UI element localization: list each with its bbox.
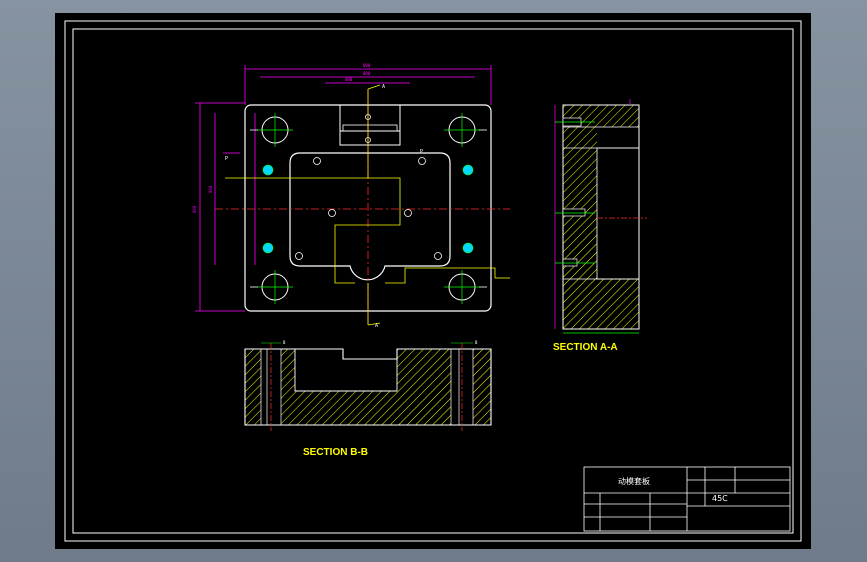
section-marker-b-right: B (475, 340, 478, 345)
title-block (583, 466, 791, 532)
svg-text:000: 000 (363, 71, 371, 76)
section-marker-a-top: A (382, 84, 385, 90)
section-line-a (225, 89, 369, 179)
svg-text:000: 000 (192, 205, 197, 213)
material-value: 45C (712, 494, 728, 503)
section-b-label: SECTION B-B (303, 447, 368, 458)
guide-pin-holes (261, 116, 476, 301)
section-a-view: SECTION A-A (553, 99, 647, 353)
svg-text:000: 000 (363, 63, 371, 68)
svg-text:000: 000 (345, 77, 353, 82)
section-marker-b-left: B (283, 340, 286, 345)
section-b-view: B B SECTION B-B (244, 340, 492, 458)
svg-text:000: 000 (208, 185, 213, 193)
inner-cavity (289, 152, 451, 281)
plan-centerlines (215, 91, 510, 323)
hole-label: P (420, 149, 423, 155)
cad-drawing: 000 000 000 000 000 A A P P SECTION A-A B … (64, 20, 802, 542)
hole-label-left: P (225, 156, 228, 162)
drawing-sheet: 000 000 000 000 000 A A P P SECTION A-A … (55, 13, 811, 549)
plan-dimensions (195, 65, 492, 312)
part-name: 动模套板 (618, 476, 650, 486)
section-marker-a-bottom: A (375, 323, 378, 329)
section-a-label: SECTION A-A (553, 342, 618, 353)
ejector-holes (295, 114, 442, 260)
plan-view: 000 000 000 000 000 A A P P (192, 63, 510, 329)
drawing-frame (64, 20, 802, 542)
